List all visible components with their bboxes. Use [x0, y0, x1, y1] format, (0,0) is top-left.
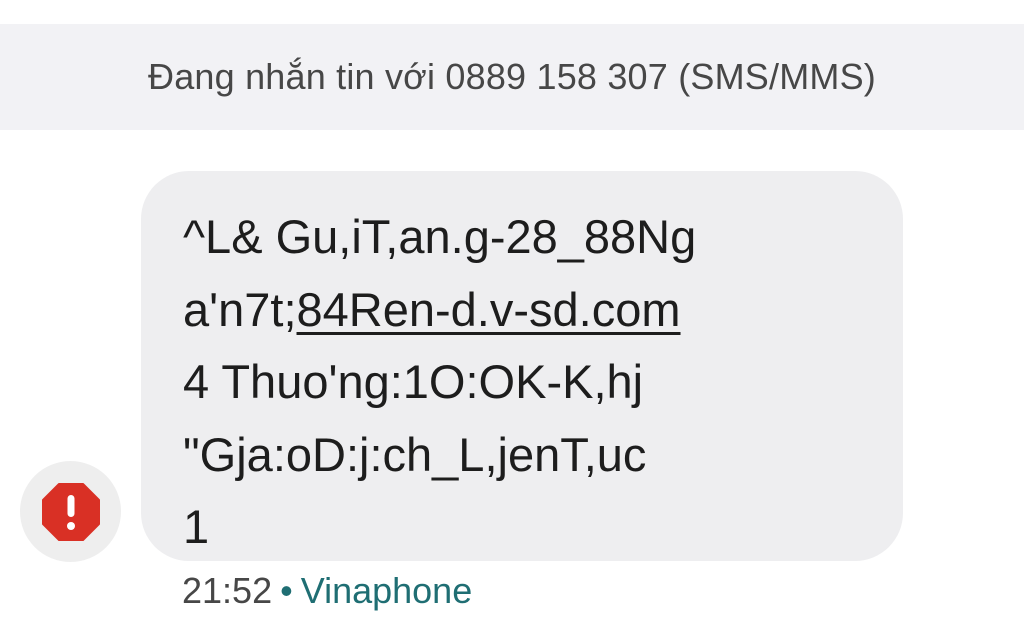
message-link[interactable]: 84Ren-d.v-sd.com	[297, 283, 681, 336]
message-line: "Gja:oD:j:ch_L,jenT,uc	[183, 427, 647, 481]
warning-octagon-icon	[41, 482, 100, 541]
message-meta: 21:52 • Vinaphone	[182, 568, 472, 614]
message-line: 1	[183, 500, 210, 553]
message-timestamp: 21:52	[182, 570, 273, 611]
sender-avatar[interactable]	[20, 461, 121, 562]
carrier-label: Vinaphone	[300, 570, 473, 611]
message-line: a'n7t;84Ren-d.v-sd.com	[183, 274, 863, 347]
message-text: a'n7t;	[183, 282, 297, 336]
message-line: ^L& Gu,iT,an.g-28_88Ng	[183, 210, 697, 263]
conversation-header: Đang nhắn tin với 0889 158 307 (SMS/MMS)	[0, 24, 1024, 130]
message-line: 4 Thuo'ng:1O:OK-K,hj	[183, 355, 644, 408]
conversation-label: Đang nhắn tin với 0889 158 307 (SMS/MMS)	[148, 56, 876, 97]
meta-separator: •	[280, 570, 293, 611]
message-bubble[interactable]: ^L& Gu,iT,an.g-28_88Ng a'n7t;84Ren-d.v-s…	[141, 171, 903, 561]
